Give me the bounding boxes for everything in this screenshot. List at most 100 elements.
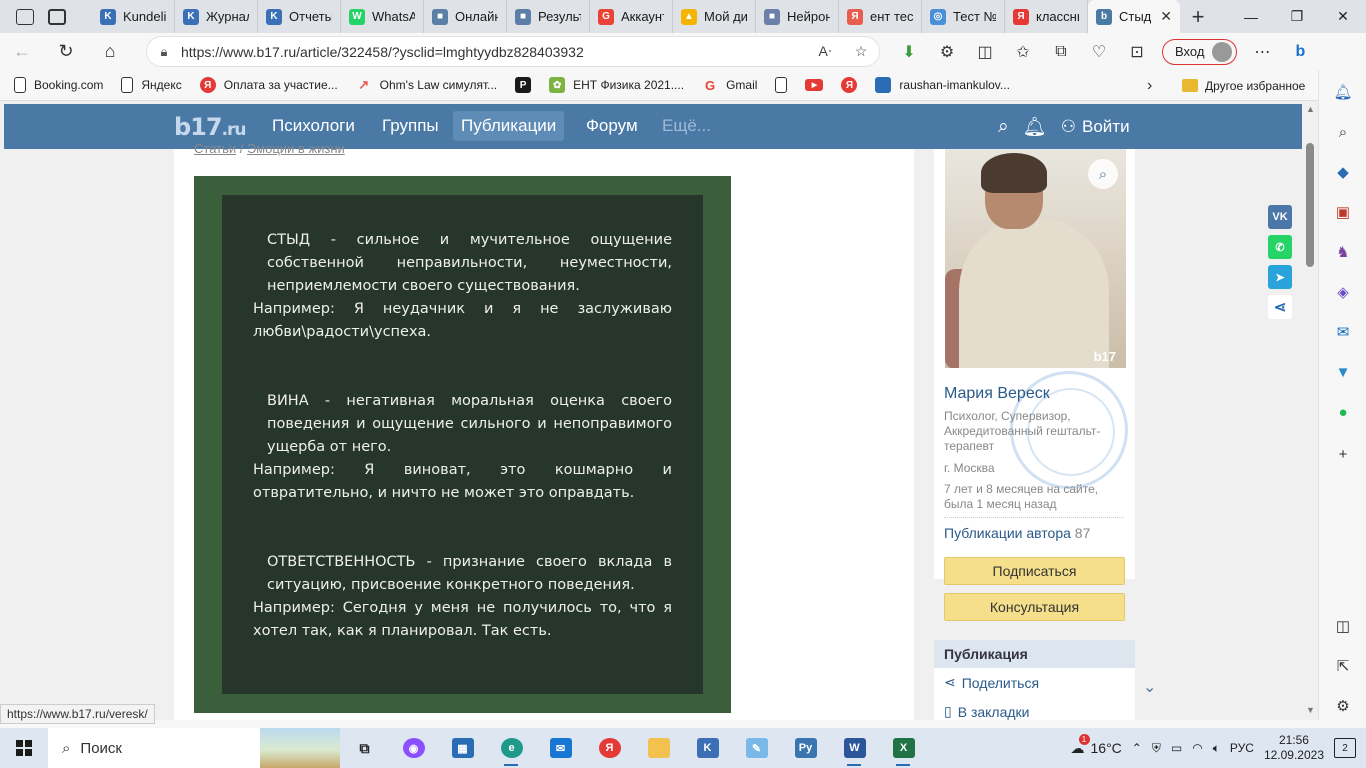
minimize-button[interactable]: —: [1228, 0, 1274, 33]
favorite-item[interactable]: Я: [841, 77, 858, 93]
store-app[interactable]: ▦: [438, 728, 487, 768]
close-window-button[interactable]: ✕: [1320, 0, 1366, 33]
favorite-item[interactable]: G Gmail: [702, 77, 757, 93]
author-photo[interactable]: ⌕ b17: [945, 149, 1126, 368]
antivirus-icon[interactable]: ⛨: [1152, 741, 1161, 756]
start-button[interactable]: [0, 728, 48, 768]
download-icon[interactable]: ⬇: [890, 42, 928, 62]
favorite-item[interactable]: Яндекс: [121, 77, 182, 93]
screenshot-icon[interactable]: ⊡: [1118, 42, 1156, 62]
mail-app[interactable]: ✉: [536, 728, 585, 768]
share-share-icon[interactable]: ⋖: [1268, 295, 1292, 319]
tab-actions-icon[interactable]: [48, 8, 66, 25]
read-aloud-icon[interactable]: Aᐧ: [807, 43, 843, 60]
breadcrumb-emotions[interactable]: Эмоции в жизни: [247, 141, 345, 156]
bookmark-link[interactable]: ▯ В закладки: [934, 697, 1135, 720]
nav-psychologists[interactable]: Психологи: [264, 111, 363, 141]
share-link[interactable]: ⋖ Поделиться: [934, 668, 1135, 697]
favorite-item[interactable]: [775, 77, 788, 93]
scroll-thumb[interactable]: [1306, 143, 1314, 267]
other-favorites-folder[interactable]: Другое избранное: [1182, 70, 1305, 101]
browser-tab[interactable]: b Стыд ✕: [1088, 0, 1180, 33]
subscribe-button[interactable]: Подписаться: [944, 557, 1125, 585]
favorite-item[interactable]: raushan-imankulov...: [875, 77, 1010, 93]
chess-icon[interactable]: ♞: [1333, 242, 1353, 262]
nav-groups[interactable]: Группы: [374, 111, 447, 141]
bing-icon[interactable]: b: [1281, 43, 1319, 61]
whatsapp-share-icon[interactable]: ✆: [1268, 235, 1292, 259]
address-bar[interactable]: 🔒︎ https://www.b17.ru/article/322458/?ys…: [146, 36, 880, 67]
favorite-item[interactable]: Я Оплата за участие...: [199, 77, 338, 93]
edge-app[interactable]: e: [487, 728, 536, 768]
word-app[interactable]: W: [830, 728, 879, 768]
favorite-star-icon[interactable]: ☆: [843, 43, 879, 60]
yandex-browser-app[interactable]: Я: [585, 728, 634, 768]
favorite-item[interactable]: Booking.com: [14, 77, 103, 93]
kundelik-app[interactable]: K: [683, 728, 732, 768]
search-icon[interactable]: ⌕: [998, 116, 1009, 138]
restore-button[interactable]: ❐: [1274, 0, 1320, 33]
profile-login-button[interactable]: Вход: [1162, 38, 1238, 65]
notifications-button[interactable]: 2: [1334, 738, 1356, 758]
volume-icon[interactable]: 🔈︎: [1213, 741, 1220, 756]
sidebar-layout-icon[interactable]: ◫: [1333, 616, 1353, 636]
wifi-icon[interactable]: ◠: [1192, 741, 1202, 755]
browser-tab[interactable]: ■ Онлайн: [424, 0, 507, 33]
browser-tab[interactable]: ■ Результ: [507, 0, 590, 33]
spotify-icon[interactable]: ●: [1333, 402, 1353, 422]
favorite-item[interactable]: ✿ ЕНТ Физика 2021....: [549, 77, 684, 93]
browser-tab[interactable]: G Аккаунт: [590, 0, 673, 33]
lock-icon[interactable]: 🔒︎: [147, 44, 181, 60]
add-icon[interactable]: +: [1333, 444, 1353, 464]
battery-icon[interactable]: ▭: [1171, 741, 1182, 755]
bell-icon[interactable]: 🔔︎: [1333, 82, 1353, 102]
breadcrumb-articles[interactable]: Статьи: [194, 141, 236, 156]
b17-logo[interactable]: b17.ru: [174, 113, 247, 141]
refresh-button[interactable]: ↻: [44, 33, 88, 70]
taskbar-search[interactable]: ⌕ Поиск: [48, 728, 340, 768]
excel-app[interactable]: X: [879, 728, 928, 768]
paint-app[interactable]: ✎: [732, 728, 781, 768]
performance-icon[interactable]: ♡: [1080, 42, 1118, 62]
browser-tab[interactable]: K Отчеты: [258, 0, 341, 33]
tag-icon[interactable]: ◆: [1333, 162, 1353, 182]
telegram-share-icon[interactable]: ➤: [1268, 265, 1292, 289]
alice-app[interactable]: ◉: [389, 728, 438, 768]
more-menu-icon[interactable]: ⋯: [1243, 42, 1281, 62]
briefcase-icon[interactable]: ▣: [1333, 202, 1353, 222]
author-publications-link[interactable]: Публикации автора 87: [944, 525, 1090, 541]
chevron-down-icon[interactable]: ⌄: [1143, 677, 1156, 697]
new-tab-button[interactable]: +: [1180, 0, 1216, 33]
vk-share-icon[interactable]: VK: [1268, 205, 1292, 229]
settings-gear-icon[interactable]: ⚙: [1333, 696, 1353, 716]
scroll-down-icon[interactable]: ▼: [1306, 705, 1315, 715]
browser-tab[interactable]: W WhatsApp: [341, 0, 424, 33]
back-button[interactable]: ←: [0, 33, 44, 70]
login-link[interactable]: ⚇ Войти: [1061, 117, 1130, 137]
favorite-item[interactable]: ↗ Ohm's Law симулят...: [356, 77, 497, 93]
copilot-icon[interactable]: ◈: [1333, 282, 1353, 302]
chevron-up-icon[interactable]: ⌃: [1132, 741, 1142, 755]
nav-forum[interactable]: Форум: [578, 111, 646, 141]
clock[interactable]: 21:56 12.09.2023: [1264, 733, 1324, 763]
browser-tab[interactable]: ◎ Тест №: [922, 0, 1005, 33]
explorer-app[interactable]: [634, 728, 683, 768]
outlook-icon[interactable]: ✉: [1333, 322, 1353, 342]
favorite-item[interactable]: PPhET: [515, 77, 532, 93]
collections-icon[interactable]: ⧉: [1042, 43, 1080, 61]
task-view-button[interactable]: ⧉: [340, 728, 389, 768]
browser-tab[interactable]: K Журнал: [175, 0, 258, 33]
language-indicator[interactable]: РУС: [1230, 741, 1254, 755]
browser-tab[interactable]: ▲ Мой ди: [673, 0, 756, 33]
drop-icon[interactable]: ▼: [1333, 362, 1353, 382]
scroll-up-icon[interactable]: ▲: [1306, 104, 1315, 114]
browser-tab[interactable]: Яклассны: [1005, 0, 1088, 33]
browser-tab[interactable]: Яент тест: [839, 0, 922, 33]
nav-more[interactable]: Ещё...: [654, 111, 719, 141]
browser-tab[interactable]: K Kundelik: [92, 0, 175, 33]
browser-tab[interactable]: ■ Нейрон: [756, 0, 839, 33]
consultation-button[interactable]: Консультация: [944, 593, 1125, 621]
extensions-icon[interactable]: ⚙: [928, 42, 966, 62]
nav-publications[interactable]: Публикации: [453, 111, 565, 141]
weather-widget[interactable]: ☁ 1 16°C: [1071, 733, 1122, 757]
